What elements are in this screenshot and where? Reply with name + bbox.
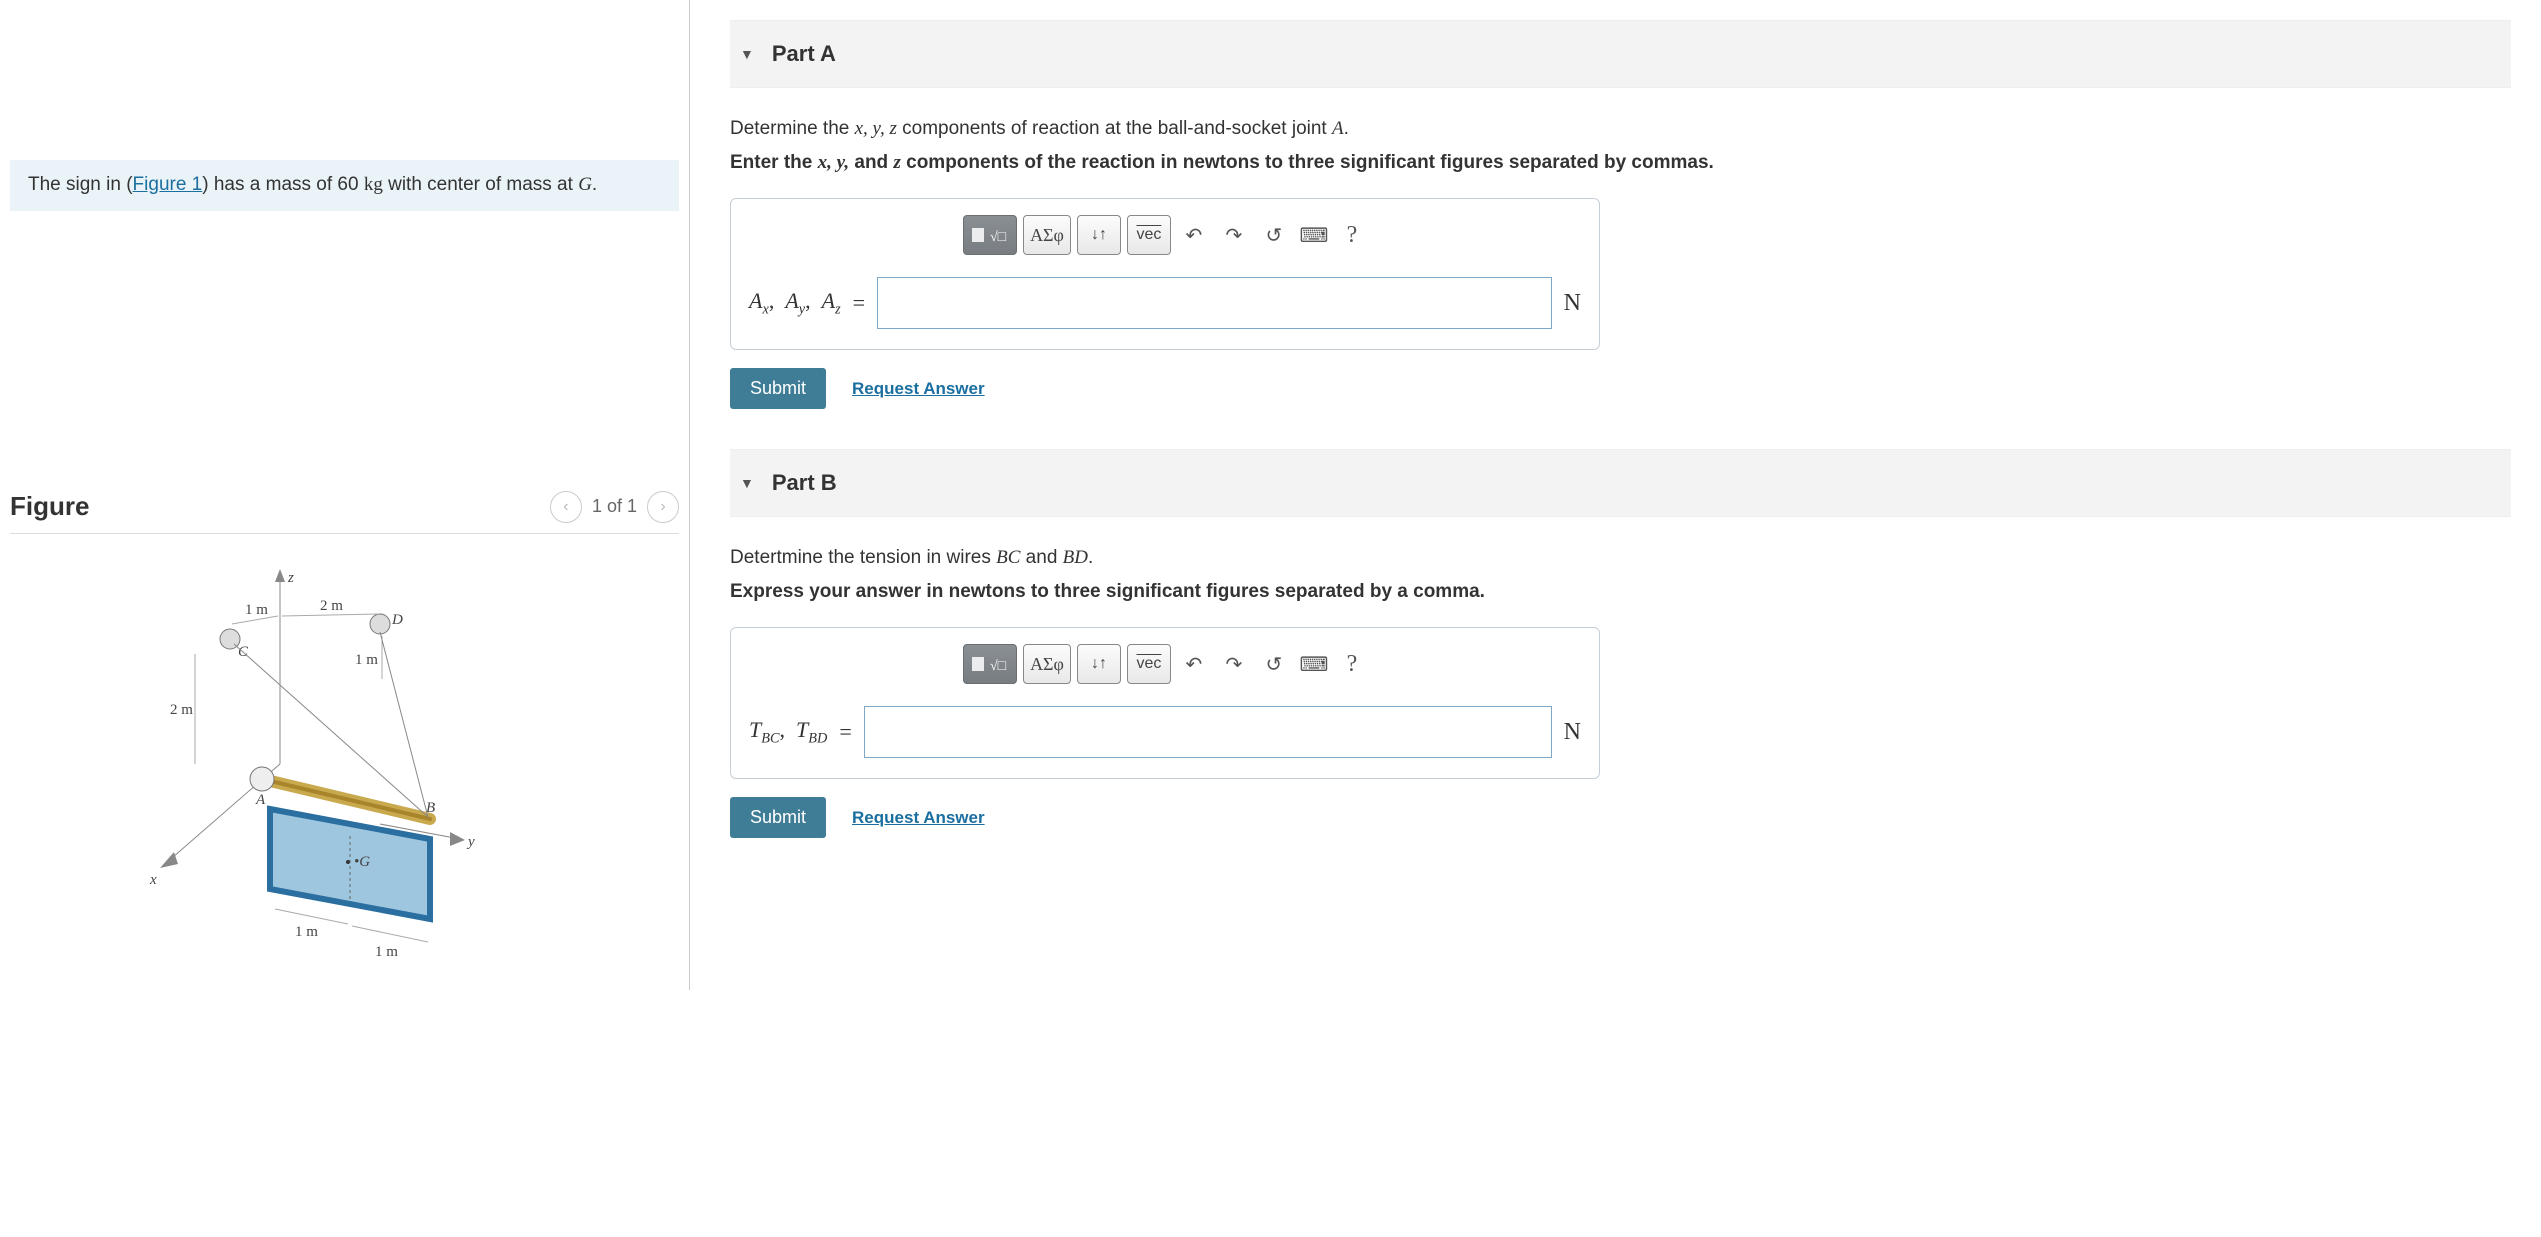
part-b-title: Part B [772, 470, 837, 496]
undo-icon[interactable]: ↶ [1177, 652, 1211, 677]
g-var: G [578, 174, 592, 195]
figure-prev-button[interactable]: ‹ [550, 491, 582, 523]
subscript-button[interactable]: ↓↑ [1077, 215, 1121, 255]
axis-x-label: x [149, 872, 157, 888]
figure-title: Figure [10, 491, 89, 522]
collapse-icon: ▼ [740, 475, 754, 491]
svg-text:√□: √□ [990, 230, 1007, 245]
part-a-answer-input[interactable] [877, 277, 1552, 329]
dim-1m-top-left: 1 m [245, 602, 268, 618]
figure-link[interactable]: Figure 1 [133, 174, 203, 195]
part-a-header[interactable]: ▼ Part A [730, 20, 2511, 88]
problem-text-2: ) has a mass of 60 [202, 174, 364, 195]
part-a-question: Determine the x, y, z components of reac… [730, 118, 2511, 140]
collapse-icon: ▼ [740, 46, 754, 62]
part-b-question: Detertmine the tension in wires BC and B… [730, 547, 2511, 569]
axis-z-label: z [287, 570, 294, 586]
undo-icon[interactable]: ↶ [1177, 223, 1211, 248]
problem-period: . [592, 174, 597, 195]
part-a-answer-panel: √□ ΑΣφ ↓↑ vec ↶ ↷ ↺ ⌨ ? Ax, Ay, Az = N [730, 198, 1600, 350]
dim-2m-top: 2 m [320, 598, 343, 614]
part-a-instruction: Enter the x, y, and z components of the … [730, 152, 2511, 174]
part-b-toolbar: √□ ΑΣφ ↓↑ vec ↶ ↷ ↺ ⌨ ? [749, 644, 1581, 684]
part-a-toolbar: √□ ΑΣφ ↓↑ vec ↶ ↷ ↺ ⌨ ? [749, 215, 1581, 255]
dim-1m-right: 1 m [355, 652, 378, 668]
part-b-instruction: Express your answer in newtons to three … [730, 581, 2511, 603]
part-b-header[interactable]: ▼ Part B [730, 449, 2511, 517]
part-a-request-answer-link[interactable]: Request Answer [852, 379, 985, 399]
reset-icon[interactable]: ↺ [1257, 223, 1291, 248]
part-b-answer-panel: √□ ΑΣφ ↓↑ vec ↶ ↷ ↺ ⌨ ? TBC, TBD = N [730, 627, 1600, 779]
figure-next-button[interactable]: › [647, 491, 679, 523]
dim-2m-left: 2 m [170, 702, 193, 718]
redo-icon[interactable]: ↷ [1217, 652, 1251, 677]
figure-page-count: 1 of 1 [592, 496, 637, 517]
help-icon[interactable]: ? [1337, 651, 1367, 678]
figure-pager: ‹ 1 of 1 › [550, 491, 679, 523]
dim-1m-bottom-left: 1 m [295, 924, 318, 940]
part-b-request-answer-link[interactable]: Request Answer [852, 808, 985, 828]
problem-text-3: with center of mass at [383, 174, 578, 195]
keyboard-icon[interactable]: ⌨ [1297, 652, 1331, 677]
label-D: D [391, 612, 403, 628]
part-a-submit-button[interactable]: Submit [730, 368, 826, 409]
axis-y-label: y [466, 834, 475, 850]
vec-button[interactable]: vec [1127, 215, 1171, 255]
greek-button[interactable]: ΑΣφ [1023, 644, 1071, 684]
template-button[interactable]: √□ [963, 644, 1017, 684]
part-b-submit-button[interactable]: Submit [730, 797, 826, 838]
mass-unit: kg [364, 174, 383, 195]
template-button[interactable]: √□ [963, 215, 1017, 255]
part-a-unit: N [1564, 290, 1581, 317]
help-icon[interactable]: ? [1337, 222, 1367, 249]
part-b-answer-input[interactable] [864, 706, 1552, 758]
reset-icon[interactable]: ↺ [1257, 652, 1291, 677]
label-G: •G [354, 854, 370, 870]
figure-diagram: z x y C D 1 m 2 m 1 m 2 m [10, 534, 679, 970]
svg-text:√□: √□ [990, 659, 1007, 674]
vec-button[interactable]: vec [1127, 644, 1171, 684]
dim-1m-bottom-right: 1 m [375, 944, 398, 960]
part-a-title: Part A [772, 41, 836, 67]
problem-statement: The sign in (Figure 1) has a mass of 60 … [10, 160, 679, 211]
label-A: A [255, 792, 266, 808]
equals-sign: = [853, 290, 865, 316]
redo-icon[interactable]: ↷ [1217, 223, 1251, 248]
part-b-unit: N [1564, 719, 1581, 746]
keyboard-icon[interactable]: ⌨ [1297, 223, 1331, 248]
equals-sign: = [839, 719, 851, 745]
part-a-lhs: Ax, Ay, Az [749, 288, 841, 318]
greek-button[interactable]: ΑΣφ [1023, 215, 1071, 255]
problem-text-1: The sign in ( [28, 174, 133, 195]
subscript-button[interactable]: ↓↑ [1077, 644, 1121, 684]
part-b-lhs: TBC, TBD [749, 717, 827, 747]
